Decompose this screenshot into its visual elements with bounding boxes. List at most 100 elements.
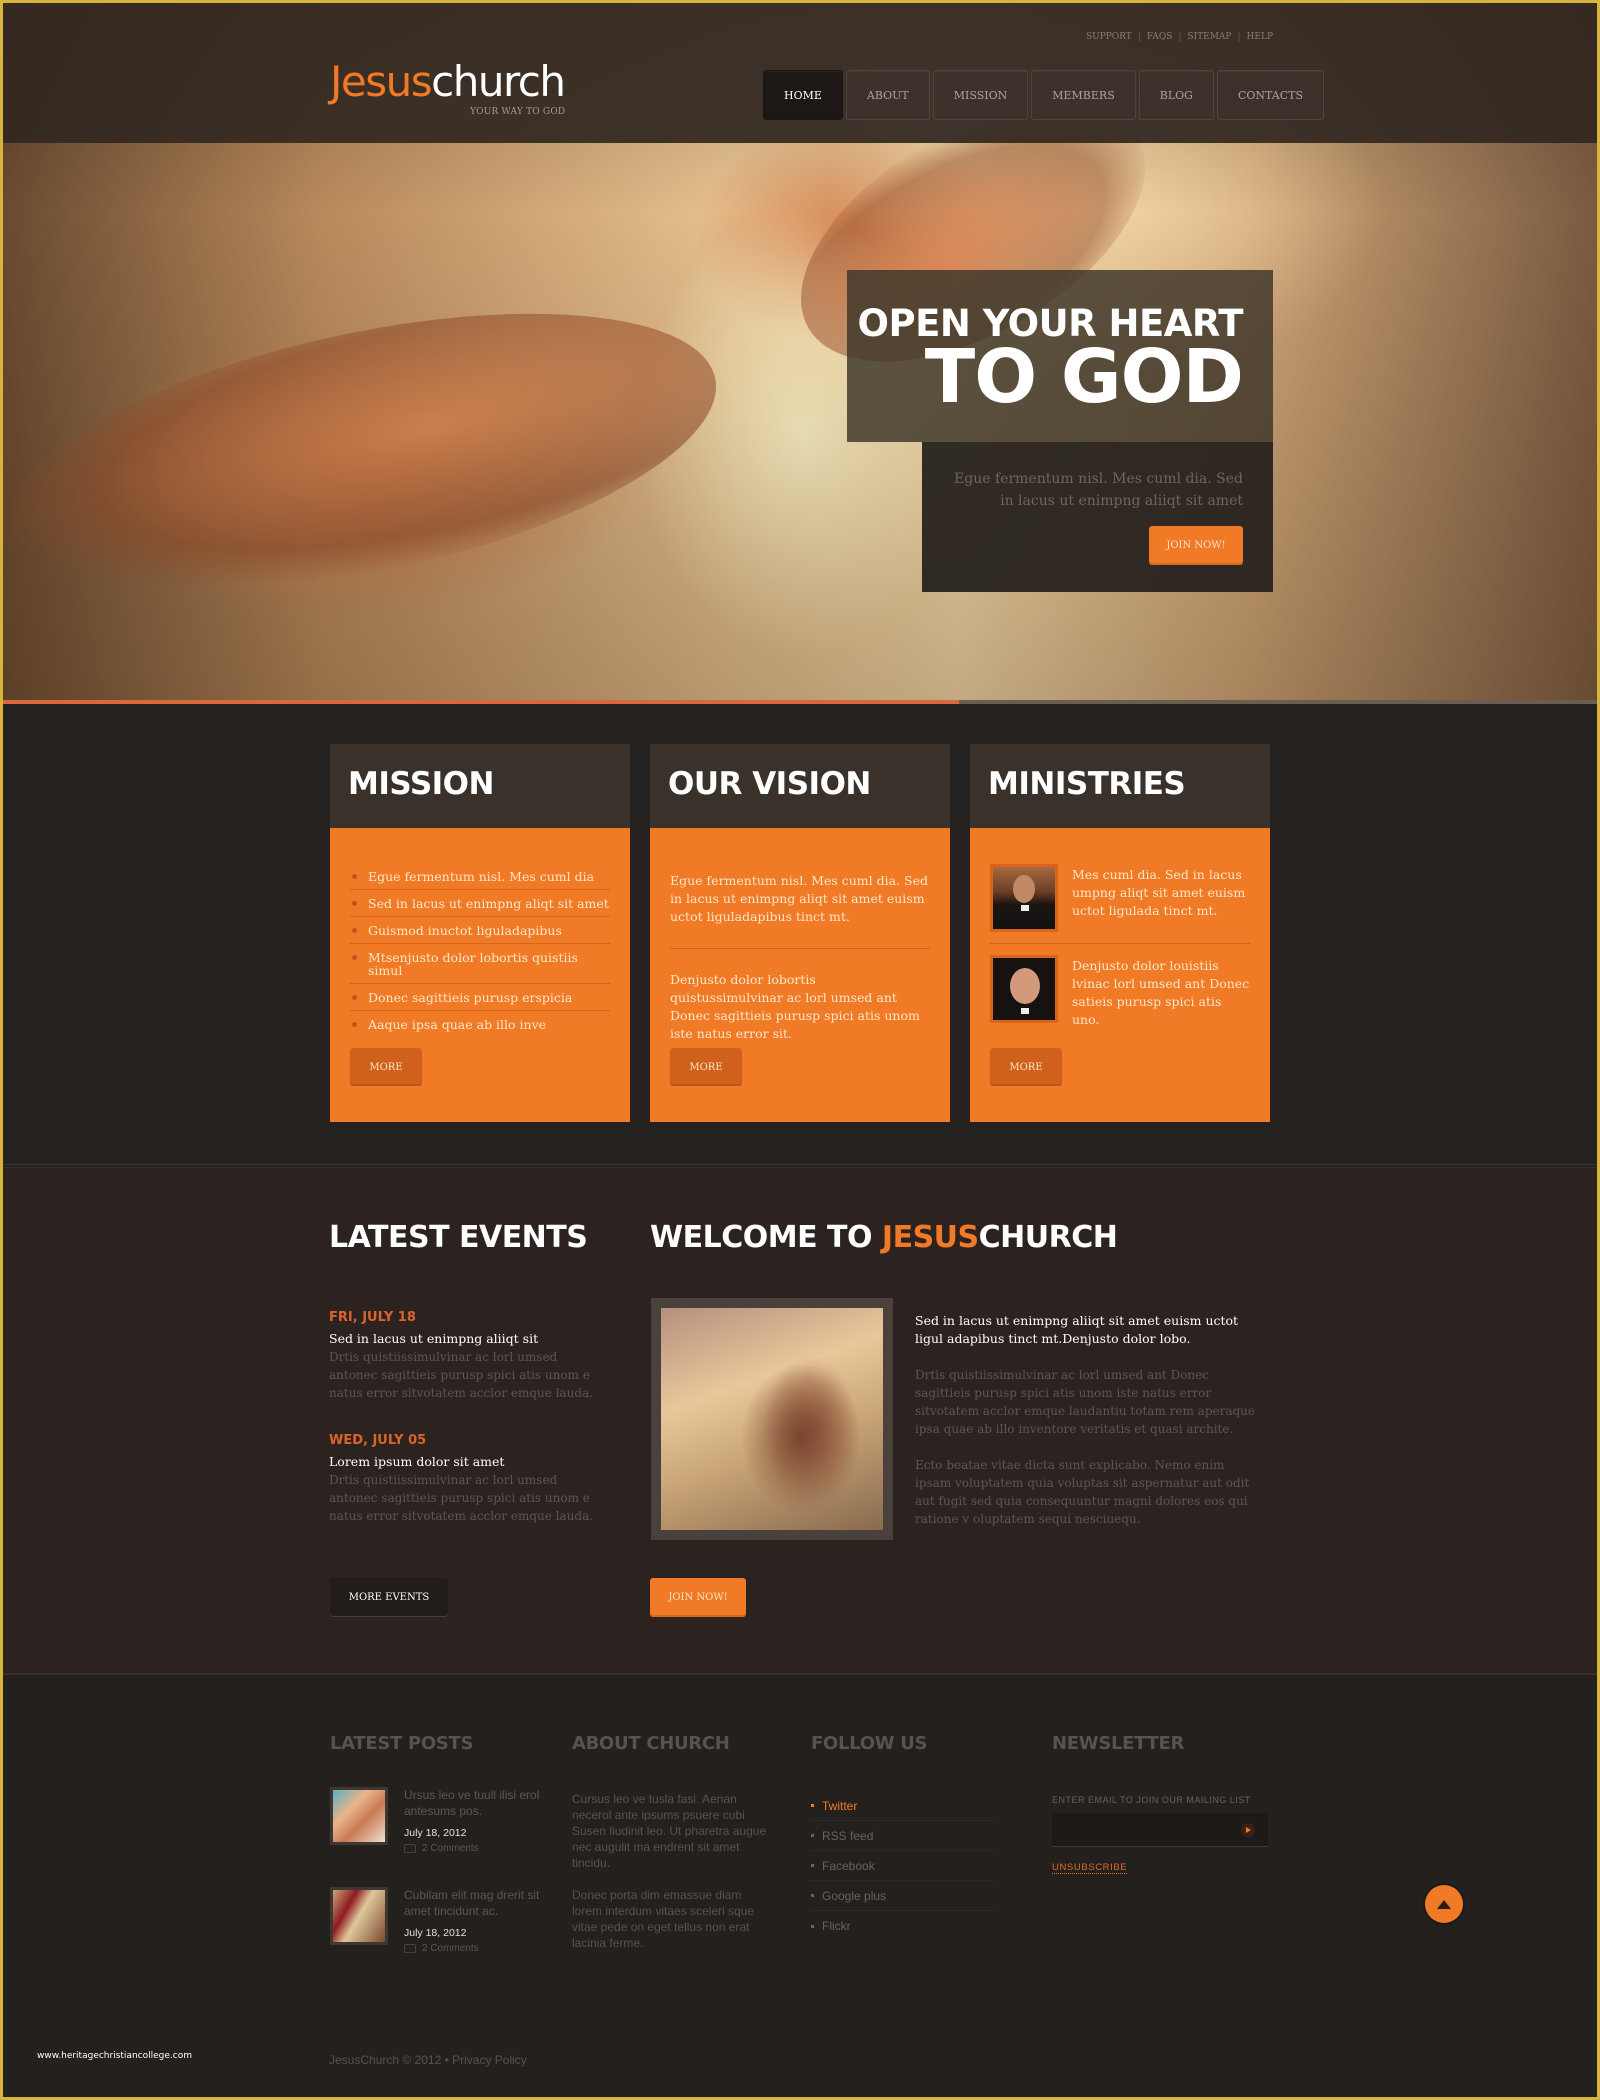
praying-hands-image: [661, 1308, 883, 1530]
welcome-lead: Sed in lacus ut enimpng aliiqt sit amet …: [915, 1313, 1239, 1346]
ministries-more-button[interactable]: MORE: [990, 1048, 1062, 1086]
bullet-icon: [811, 1834, 814, 1837]
nav-item-mission[interactable]: MISSION: [932, 70, 1029, 120]
post-date: July 18, 2012: [404, 1827, 467, 1839]
post-item[interactable]: Cubilam elit mag drerit sit amet tincidu…: [330, 1887, 540, 1957]
site-tagline: YOUR WAY TO GOD: [470, 107, 566, 117]
welcome-paragraph: Drtis quistiissimulvinar ac lorl umsed a…: [915, 1368, 1256, 1436]
event-item[interactable]: WED, JULY 05 Lorem ipsum dolor sit amet …: [329, 1433, 599, 1525]
minister-photo: [990, 955, 1058, 1023]
utility-link-support[interactable]: SUPPORT: [1086, 32, 1132, 42]
welcome-paragraph: Ecto beatae vitae dicta sunt explicabo. …: [915, 1458, 1250, 1526]
card-ministries: MINISTRIES Mes cuml dia. Sed in lacus um…: [970, 744, 1270, 1122]
ministry-item: Mes cuml dia. Sed in lacus umpng aliqt s…: [990, 864, 1250, 932]
list-item: Donec sagittieis purusp erspicia: [350, 991, 610, 1011]
social-link-twitter[interactable]: Twitter: [811, 1791, 995, 1821]
site-header: Jesuschurch YOUR WAY TO GOD SUPPORT | FA…: [3, 3, 1597, 143]
unsubscribe-link[interactable]: UNSUBSCRIBE: [1052, 1862, 1128, 1874]
newsletter-submit-button[interactable]: [1241, 1823, 1255, 1837]
utility-links: SUPPORT | FAQS | SITEMAP | HELP: [1085, 32, 1273, 42]
welcome-title: WELCOME TO JESUSCHURCH: [650, 1220, 1118, 1255]
nav-item-home[interactable]: HOME: [763, 70, 843, 120]
logo-part-jesus: Jesus: [330, 57, 433, 106]
card-mission-title: MISSION: [330, 744, 630, 828]
nav-item-contacts[interactable]: CONTACTS: [1216, 70, 1324, 120]
event-item[interactable]: FRI, JULY 18 Sed in lacus ut enimpng ali…: [329, 1310, 599, 1402]
about-paragraph: Cursus leo ve tusla fasi. Aenan necerol …: [572, 1792, 767, 1870]
bullet-icon: [352, 901, 357, 906]
list-item: Guismod inuctot liguladapibus: [350, 924, 610, 944]
copyright: JesusChurch © 2012 • Privacy Policy: [329, 2053, 527, 2067]
follow-us-title: FOLLOW US: [811, 1733, 928, 1754]
utility-link-faqs[interactable]: FAQS: [1147, 32, 1173, 42]
list-item: Egue fermentum nisl. Mes cuml dia: [350, 870, 610, 890]
post-comments[interactable]: 2 Comments: [404, 1843, 479, 1854]
bullet-icon: [352, 1022, 357, 1027]
social-link-google-plus[interactable]: Google plus: [811, 1881, 995, 1911]
mission-more-button[interactable]: MORE: [350, 1048, 422, 1086]
event-description: Drtis quistiissimulvinar ac lorl umsed a…: [329, 1350, 594, 1400]
card-mission: MISSION Egue fermentum nisl. Mes cuml di…: [330, 744, 630, 1122]
about-church-title: ABOUT CHURCH: [572, 1733, 730, 1754]
post-title[interactable]: Ursus leo ve tuull ilisi erol antesums p…: [404, 1787, 544, 1819]
event-description: Drtis quistiissimulvinar ac lorl umsed a…: [329, 1473, 594, 1523]
bullet-icon: [811, 1924, 814, 1928]
hero-join-button[interactable]: JOIN NOW!: [1149, 526, 1243, 565]
site-logo[interactable]: Jesuschurch: [330, 61, 566, 103]
divider: [990, 943, 1250, 944]
newsletter-email-input[interactable]: [1052, 1813, 1268, 1847]
hero-title-line2: TO GOD: [924, 334, 1244, 420]
vision-paragraph: Egue fermentum nisl. Mes cuml dia. Sed i…: [670, 873, 928, 924]
hero-title-box: OPEN YOUR HEART TO GOD: [847, 270, 1273, 442]
bullet-icon: [352, 955, 357, 960]
events-welcome-section: LATEST EVENTS FRI, JULY 18 Sed in lacus …: [3, 1168, 1597, 1673]
more-events-button[interactable]: MORE EVENTS: [330, 1578, 448, 1616]
post-thumbnail[interactable]: [330, 1787, 388, 1845]
vision-paragraph: Denjusto dolor lobortis quistussimulvina…: [670, 972, 920, 1041]
post-thumbnail[interactable]: [330, 1887, 388, 1945]
event-title[interactable]: Sed in lacus ut enimpng aliiqt sit: [329, 1331, 599, 1346]
hero-slider: Jesuschurch YOUR WAY TO GOD SUPPORT | FA…: [3, 3, 1597, 700]
vision-more-button[interactable]: MORE: [670, 1048, 742, 1086]
newsletter-title: NEWSLETTER: [1052, 1733, 1185, 1754]
post-date: July 18, 2012: [404, 1927, 467, 1939]
social-link-facebook[interactable]: Facebook: [811, 1851, 995, 1881]
social-link-flickr[interactable]: Flickr: [811, 1911, 995, 1941]
back-to-top-button[interactable]: [1425, 1885, 1463, 1923]
hero-text-box: Egue fermentum nisl. Mes cuml dia. Sed i…: [922, 442, 1273, 592]
events-title: LATEST EVENTS: [329, 1220, 588, 1255]
bullet-icon: [352, 995, 357, 1000]
nav-item-blog[interactable]: BLOG: [1138, 70, 1214, 120]
welcome-photo-frame: [651, 1298, 893, 1540]
welcome-join-button[interactable]: JOIN NOW!: [650, 1578, 746, 1617]
card-ministries-title: MINISTRIES: [970, 744, 1270, 828]
bullet-icon: [352, 928, 357, 933]
logo-part-church: church: [431, 57, 566, 106]
bullet-icon: [811, 1804, 814, 1807]
nav-item-members[interactable]: MEMBERS: [1031, 70, 1136, 120]
feature-cards: MISSION Egue fermentum nisl. Mes cuml di…: [3, 704, 1597, 1164]
post-item[interactable]: Ursus leo ve tuull ilisi erol antesums p…: [330, 1787, 540, 1857]
event-date: FRI, JULY 18: [329, 1310, 416, 1325]
event-title[interactable]: Lorem ipsum dolor sit amet: [329, 1454, 599, 1469]
play-arrow-icon: [1245, 1827, 1251, 1833]
nav-item-about[interactable]: ABOUT: [845, 70, 930, 120]
list-item: Sed in lacus ut enimpng aliqt sit amet: [350, 897, 610, 917]
comment-icon: [404, 1844, 416, 1853]
social-link-rss[interactable]: RSS feed: [811, 1821, 995, 1851]
mission-list: Egue fermentum nisl. Mes cuml dia Sed in…: [350, 870, 610, 1037]
card-vision: OUR VISION Egue fermentum nisl. Mes cuml…: [650, 744, 950, 1122]
hero-description: Egue fermentum nisl. Mes cuml dia. Sed i…: [954, 471, 1243, 509]
utility-link-help[interactable]: HELP: [1247, 32, 1273, 42]
minister-photo: [990, 864, 1058, 932]
bullet-icon: [811, 1894, 814, 1897]
page-frame: Jesuschurch YOUR WAY TO GOD SUPPORT | FA…: [3, 3, 1597, 2097]
social-links: Twitter RSS feed Facebook Google plus Fl…: [811, 1791, 995, 1941]
post-comments[interactable]: 2 Comments: [404, 1943, 479, 1954]
latest-posts-title: LATEST POSTS: [330, 1733, 474, 1754]
watermark: www.heritagechristiancollege.com: [37, 2051, 192, 2061]
post-title[interactable]: Cubilam elit mag drerit sit amet tincidu…: [404, 1887, 544, 1919]
ministry-item: Denjusto dolor louistiis lvinac lorl ums…: [990, 955, 1250, 1029]
list-item: Aaque ipsa quae ab illo inve: [350, 1018, 610, 1037]
utility-link-sitemap[interactable]: SITEMAP: [1187, 32, 1231, 42]
